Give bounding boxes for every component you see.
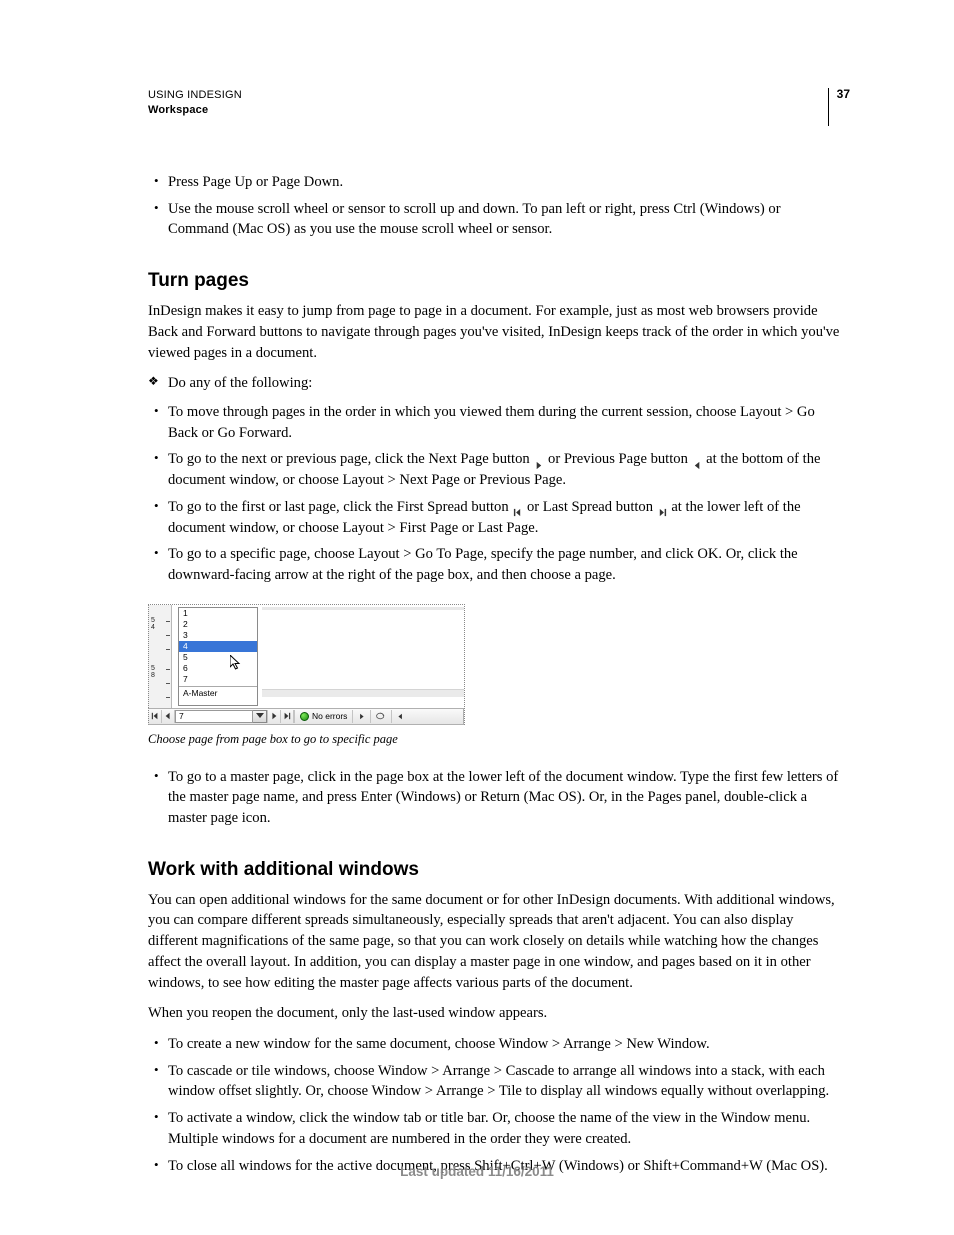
- figure-status-bar: 7 No errors: [148, 708, 464, 725]
- next-page-icon: [534, 456, 543, 465]
- section1-item-2: To go to the first or last page, click t…: [148, 497, 844, 538]
- intro-bullet-list: Press Page Up or Page Down. Use the mous…: [148, 172, 844, 240]
- page-dropdown-button[interactable]: [253, 710, 267, 723]
- section1-item-4: To go to a master page, click in the pag…: [148, 767, 844, 829]
- page-number-field[interactable]: 7: [175, 710, 253, 723]
- section1-items-after-figure: To go to a master page, click in the pag…: [148, 767, 844, 829]
- ruler-lbl-3: 8: [151, 672, 155, 679]
- section2-items: To create a new window for the same docu…: [148, 1034, 844, 1176]
- page-option-6[interactable]: 6: [179, 663, 257, 674]
- s1i2-a: To go to the first or last page, click t…: [168, 499, 512, 515]
- first-spread-icon: [513, 503, 522, 512]
- page-option-4-selected[interactable]: 4: [179, 641, 257, 652]
- section1-items: To move through pages in the order in wh…: [148, 402, 844, 586]
- status-nav-prev[interactable]: [391, 710, 409, 723]
- document-page: USING INDESIGN Workspace 37 Press Page U…: [0, 0, 954, 1235]
- section1-diamond: Do any of the following:: [148, 373, 844, 394]
- page-option-1[interactable]: 1: [179, 608, 257, 619]
- first-page-button[interactable]: [149, 710, 162, 723]
- intro-bullet-0: Press Page Up or Page Down.: [148, 172, 844, 193]
- status-open-icon[interactable]: [370, 710, 391, 723]
- doc-section: Workspace: [148, 103, 242, 118]
- header-left: USING INDESIGN Workspace: [148, 88, 242, 118]
- page-footer: Last updated 11/16/2011: [0, 1164, 954, 1179]
- cursor-icon: [230, 655, 244, 675]
- page-option-5[interactable]: 5: [179, 652, 257, 663]
- ruler-lbl-1: 4: [151, 624, 155, 631]
- section1-item-3: To go to a specific page, choose Layout …: [148, 544, 844, 585]
- page-number: 37: [828, 88, 850, 126]
- page-content: Press Page Up or Page Down. Use the mous…: [148, 172, 844, 1176]
- page-option-2[interactable]: 2: [179, 619, 257, 630]
- s1i1-b: or Previous Page button: [548, 451, 692, 467]
- section1-item-0: To move through pages in the order in wh…: [148, 402, 844, 443]
- page-option-7[interactable]: 7: [179, 674, 257, 685]
- last-page-button[interactable]: [281, 710, 294, 723]
- intro-bullet-1: Use the mouse scroll wheel or sensor to …: [148, 199, 844, 240]
- page-option-3[interactable]: 3: [179, 630, 257, 641]
- section1-intro: InDesign makes it easy to jump from page…: [148, 301, 844, 363]
- vertical-ruler: 5 4 5 8: [148, 605, 172, 708]
- next-page-button[interactable]: [267, 710, 281, 723]
- section1-diamond-list: Do any of the following:: [148, 373, 844, 394]
- section2-item-2: To activate a window, click the window t…: [148, 1108, 844, 1149]
- s1i2-b: or Last Spread button: [527, 499, 657, 515]
- figure-canvas-area: [258, 605, 464, 708]
- last-spread-icon: [658, 503, 667, 512]
- previous-page-icon: [693, 456, 702, 465]
- page-option-master[interactable]: A-Master: [179, 688, 257, 699]
- section1-item-1: To go to the next or previous page, clic…: [148, 449, 844, 490]
- figure-block: 5 4 5 8 1 2 3 4: [148, 604, 844, 749]
- page-box-figure: 5 4 5 8 1 2 3 4: [148, 604, 465, 725]
- prev-page-button[interactable]: [162, 710, 175, 723]
- ruler-lbl-2: 5: [151, 665, 155, 672]
- doc-title: USING INDESIGN: [148, 88, 242, 103]
- preflight-status[interactable]: No errors: [294, 710, 352, 723]
- ruler-lbl-0: 5: [151, 617, 155, 624]
- s1i1-a: To go to the next or previous page, clic…: [168, 451, 533, 467]
- page-dropdown-list[interactable]: 1 2 3 4 5 6 7 A-Master: [178, 607, 258, 706]
- status-nav-next[interactable]: [352, 710, 370, 723]
- section2-heading: Work with additional windows: [148, 857, 844, 884]
- page-header: USING INDESIGN Workspace 37: [148, 88, 844, 126]
- status-text: No errors: [312, 710, 347, 722]
- figure-body: 5 4 5 8 1 2 3 4: [148, 605, 464, 708]
- section2-item-0: To create a new window for the same docu…: [148, 1034, 844, 1055]
- section2-item-1: To cascade or tile windows, choose Windo…: [148, 1061, 844, 1102]
- status-ok-icon: [300, 712, 309, 721]
- figure-caption: Choose page from page box to go to speci…: [148, 731, 844, 749]
- section2-p2: When you reopen the document, only the l…: [148, 1003, 844, 1024]
- section2-p1: You can open additional windows for the …: [148, 890, 844, 994]
- section1-heading: Turn pages: [148, 268, 844, 295]
